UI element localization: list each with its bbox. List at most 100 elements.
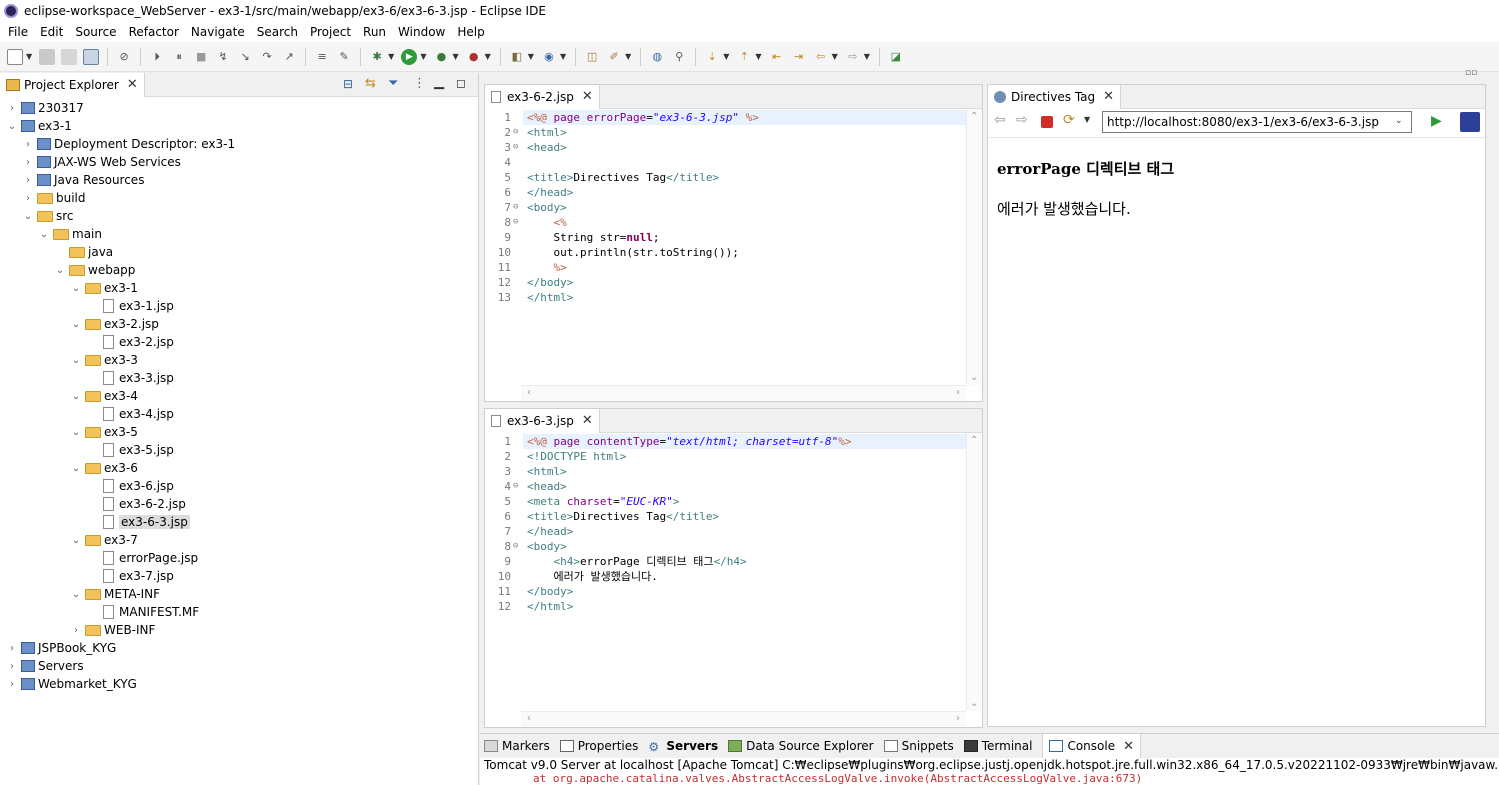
external-tools-icon[interactable]: ●	[466, 49, 482, 65]
chevron-right-icon[interactable]: ›	[70, 625, 82, 636]
chevron-down-icon[interactable]: ⌄	[70, 589, 82, 600]
code-line[interactable]: 2 <!DOCTYPE html>	[485, 449, 982, 464]
code-line[interactable]: 13 </html>	[485, 290, 982, 305]
code-line[interactable]: 4 ⊖ <head>	[485, 479, 982, 494]
editor2-code[interactable]: 1 <%@ page contentType="text/html; charse…	[485, 433, 982, 614]
code-line[interactable]: 1 <%@ page contentType="text/html; charse…	[485, 434, 982, 449]
next-annotation-icon[interactable]: ⇣	[704, 49, 720, 65]
chevron-down-icon[interactable]: ⌄	[6, 121, 18, 132]
fold-icon[interactable]: ⊖	[513, 539, 523, 554]
code-line[interactable]: 11 %>	[485, 260, 982, 275]
go-icon[interactable]: ▶	[1431, 113, 1447, 129]
tree-item[interactable]: › Java Resources	[0, 171, 478, 189]
tree-item[interactable]: ⌄ META-INF	[0, 585, 478, 603]
tab-ex3-6-2[interactable]: ex3-6-2.jsp ✕	[485, 84, 600, 109]
tree-item[interactable]: errorPage.jsp	[0, 549, 478, 567]
scroll-down-icon[interactable]: ⌄	[970, 372, 978, 383]
forward-edit-icon[interactable]: ⇥	[791, 49, 807, 65]
close-icon[interactable]: ✕	[582, 89, 593, 104]
tree-item[interactable]: ⌄ ex3-3	[0, 351, 478, 369]
tab-terminal[interactable]: Terminal	[963, 739, 1032, 753]
step-into-icon[interactable]: ↘	[237, 49, 253, 65]
tree-item[interactable]: ⌄ ex3-4	[0, 387, 478, 405]
chevron-down-icon[interactable]: ⌄	[70, 463, 82, 474]
skip-breakpoints-icon[interactable]: ⊘	[116, 49, 132, 65]
code-line[interactable]: 3 <html>	[485, 464, 982, 479]
code-line[interactable]: 11 </body>	[485, 584, 982, 599]
refresh-dropdown-icon[interactable]: ▼	[1084, 115, 1100, 131]
tab-markers[interactable]: Markers	[484, 739, 550, 753]
tree-item[interactable]: ⌄ ex3-1	[0, 279, 478, 297]
tree-item[interactable]: ex3-2.jsp	[0, 333, 478, 351]
tree-item[interactable]: › JAX-WS Web Services	[0, 153, 478, 171]
chevron-down-icon[interactable]: ⌄	[70, 283, 82, 294]
menu-search[interactable]: Search	[251, 25, 304, 39]
menu-refactor[interactable]: Refactor	[123, 25, 185, 39]
save-all-icon[interactable]	[61, 48, 78, 65]
code-line[interactable]: 3 ⊖ <head>	[485, 140, 982, 155]
forward-icon[interactable]: ⇨	[1016, 112, 1032, 128]
chevron-down-icon[interactable]: ⌄	[70, 391, 82, 402]
close-icon[interactable]: ✕	[582, 413, 593, 428]
new-server-icon[interactable]: ◧	[509, 49, 525, 65]
suspend-icon[interactable]: ⏸	[171, 49, 187, 65]
tree-item[interactable]: java	[0, 243, 478, 261]
stop-icon[interactable]	[1041, 116, 1053, 128]
chevron-down-icon[interactable]: ⌄	[70, 535, 82, 546]
tree-item[interactable]: ex3-6-3.jsp	[0, 513, 478, 531]
new-server-dropdown-icon[interactable]: ▼	[528, 52, 534, 61]
tree-item[interactable]: ⌄ ex3-6	[0, 459, 478, 477]
task-icon[interactable]: ✎	[336, 49, 352, 65]
scroll-down-icon[interactable]: ⌄	[970, 698, 978, 709]
tab-servers[interactable]: ⚙ Servers	[648, 739, 718, 754]
chevron-down-icon[interactable]: ⌄	[38, 229, 50, 240]
menu-window[interactable]: Window	[392, 25, 451, 39]
web-browser-icon[interactable]: ◍	[649, 49, 665, 65]
editor2-vertical-scrollbar[interactable]: ⌃ ⌄	[966, 433, 982, 711]
code-line[interactable]: 8 ⊖ <body>	[485, 539, 982, 554]
close-icon[interactable]: ✕	[1123, 739, 1134, 754]
forward-icon[interactable]: ⇨	[845, 49, 861, 65]
new-class-dropdown-icon[interactable]: ▼	[560, 52, 566, 61]
save-icon[interactable]	[39, 48, 56, 65]
back-icon[interactable]: ⇦	[994, 112, 1010, 128]
last-edit-icon[interactable]: ⇤	[769, 49, 785, 65]
code-line[interactable]: 10 out.println(str.toString());	[485, 245, 982, 260]
fold-icon[interactable]: ⊖	[513, 140, 523, 155]
editor1-vertical-scrollbar[interactable]: ⌃ ⌄	[966, 109, 982, 385]
scroll-left-icon[interactable]: ‹	[527, 713, 531, 724]
tree-item[interactable]: ⌄ main	[0, 225, 478, 243]
scroll-up-icon[interactable]: ⌃	[970, 435, 978, 446]
tree-item[interactable]: ex3-7.jsp	[0, 567, 478, 585]
next-annotation-dropdown-icon[interactable]: ▼	[723, 52, 729, 61]
tree-item[interactable]: › Deployment Descriptor: ex3-1	[0, 135, 478, 153]
code-line[interactable]: 12 </html>	[485, 599, 982, 614]
tree-item[interactable]: › WEB-INF	[0, 621, 478, 639]
new-icon[interactable]	[7, 48, 23, 65]
code-line[interactable]: 8 ⊖ <%	[485, 215, 982, 230]
tree-item[interactable]: › Webmarket_KYG	[0, 675, 478, 693]
url-dropdown-icon[interactable]: ⌄	[1395, 116, 1411, 132]
disconnect-icon[interactable]: ↯	[215, 49, 231, 65]
code-line[interactable]: 12 </body>	[485, 275, 982, 290]
toggle-icon[interactable]: ≡	[314, 49, 330, 65]
menu-file[interactable]: File	[2, 25, 34, 39]
tree-item[interactable]: ⌄ ex3-1	[0, 117, 478, 135]
collapse-all-icon[interactable]: ⊟	[343, 77, 353, 91]
link-editor-icon[interactable]: ⇆	[365, 76, 376, 91]
tree-item[interactable]: ⌄ src	[0, 207, 478, 225]
step-return-icon[interactable]: ↗	[281, 49, 297, 65]
chevron-down-icon[interactable]: ⌄	[54, 265, 66, 276]
tree-item[interactable]: › Servers	[0, 657, 478, 675]
tree-item[interactable]: ⌄ ex3-5	[0, 423, 478, 441]
tree-item[interactable]: ex3-6-2.jsp	[0, 495, 478, 513]
chevron-right-icon[interactable]: ›	[6, 661, 18, 672]
maximize-icon[interactable]: ◻	[456, 76, 466, 90]
pin-editor-icon[interactable]: ◪	[888, 49, 904, 65]
code-line[interactable]: 9 <h4>errorPage 디렉티브 태그</h4>	[485, 554, 982, 569]
menu-help[interactable]: Help	[451, 25, 490, 39]
close-icon[interactable]: ✕	[127, 77, 138, 92]
resume-icon[interactable]: ⏵	[149, 49, 165, 65]
terminate-icon[interactable]: ■	[193, 49, 209, 65]
tree-item[interactable]: ⌄ webapp	[0, 261, 478, 279]
